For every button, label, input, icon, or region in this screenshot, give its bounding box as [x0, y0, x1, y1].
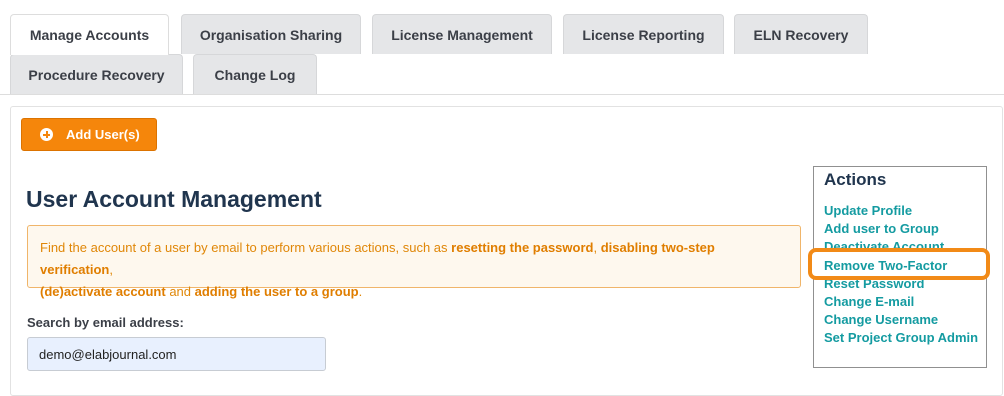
info-text: Find the account of a user by email to p… [40, 240, 452, 255]
remove-two-factor-highlight[interactable]: Remove Two-Factor [808, 248, 990, 280]
update-profile-link[interactable]: Update Profile [824, 203, 912, 218]
add-user-to-group-link[interactable]: Add user to Group [824, 221, 939, 236]
tab-organisation-sharing[interactable]: Organisation Sharing [181, 14, 361, 54]
tab-change-log[interactable]: Change Log [193, 54, 317, 94]
info-bold-deactivate: (de)activate account [40, 284, 166, 299]
tab-license-management[interactable]: License Management [372, 14, 552, 54]
remove-two-factor-link[interactable]: Remove Two-Factor [824, 258, 947, 273]
info-bold-add-to-group: adding the user to a group [194, 284, 359, 299]
email-search-input[interactable] [27, 337, 326, 371]
set-project-group-admin-link[interactable]: Set Project Group Admin [824, 330, 978, 345]
info-separator: , [109, 262, 113, 277]
info-end: . [358, 284, 363, 299]
info-separator: and [165, 284, 195, 299]
tab-manage-accounts[interactable]: Manage Accounts [10, 14, 169, 55]
change-email-link[interactable]: Change E-mail [824, 294, 914, 309]
change-username-link[interactable]: Change Username [824, 312, 938, 327]
tab-license-reporting[interactable]: License Reporting [563, 14, 724, 54]
page-title: User Account Management [26, 186, 322, 212]
tab-eln-recovery[interactable]: ELN Recovery [734, 14, 868, 54]
info-separator: , [593, 240, 601, 255]
tab-procedure-recovery[interactable]: Procedure Recovery [10, 54, 183, 94]
plus-circle-icon [40, 128, 53, 141]
tab-bar: Manage Accounts Organisation Sharing Lic… [0, 0, 1004, 95]
info-bold-reset-password: resetting the password [451, 240, 594, 255]
info-box: Find the account of a user by email to p… [27, 225, 801, 299]
search-label: Search by email address: [27, 315, 184, 330]
add-users-button[interactable]: Add User(s) [21, 118, 157, 151]
actions-title: Actions [824, 170, 887, 189]
add-users-label: Add User(s) [66, 127, 140, 142]
